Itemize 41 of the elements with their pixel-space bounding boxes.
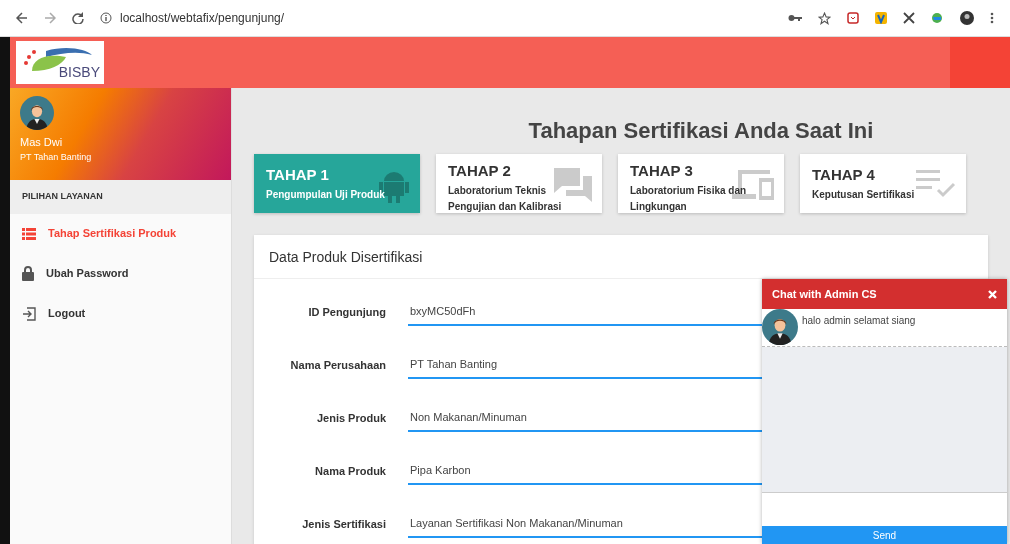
field-label: Jenis Produk <box>315 411 386 427</box>
extension-icon[interactable] <box>847 12 859 24</box>
step-card[interactable]: TAHAP 2 Laboratorium Teknis Pengujian dan Kalibrasi <box>436 154 602 213</box>
sidebar-item[interactable]: Logout <box>10 293 231 334</box>
chat-title: Chat with Admin CS <box>772 286 877 302</box>
avatar-icon <box>20 96 54 130</box>
back-arrow-icon[interactable] <box>16 12 28 24</box>
reload-icon[interactable] <box>72 12 84 24</box>
logout-icon <box>22 306 36 321</box>
sidebar-item[interactable]: Ubah Password <box>10 253 231 294</box>
close-icon[interactable] <box>988 289 997 299</box>
page-title: Tahapan Sertifikasi Anda Saat Ini <box>528 118 874 143</box>
avatar-icon <box>762 309 798 345</box>
field-label: Nama Produk <box>314 464 386 480</box>
info-icon[interactable] <box>100 12 112 24</box>
step-card[interactable]: TAHAP 3 Laboratorium Fisika dan Lingkungan <box>618 154 784 213</box>
section-heading: PILIHAN LAYANAN <box>10 180 231 214</box>
globe-icon[interactable] <box>931 12 944 24</box>
field-label: Jenis Sertifikasi <box>301 517 386 533</box>
header-accent-bar <box>950 37 1010 88</box>
field-label: ID Pengunjung <box>307 305 386 321</box>
logo[interactable]: BISBY <box>16 41 104 84</box>
checklist-icon <box>916 168 956 200</box>
lock-icon <box>22 266 34 281</box>
user-name: Mas Dwi <box>20 135 64 150</box>
chat-message: halo admin selamat siang <box>802 314 916 328</box>
key-icon[interactable] <box>788 14 802 22</box>
chat-bubbles-icon <box>554 168 592 202</box>
menu-icon[interactable] <box>990 12 994 24</box>
list-icon <box>22 227 36 240</box>
url-text[interactable]: localhost/webtafix/pengunjung/ <box>120 9 285 27</box>
extension-icon[interactable] <box>903 12 915 24</box>
step-card[interactable]: TAHAP 4 Keputusan Sertifikasi <box>800 154 966 213</box>
extension-icon[interactable] <box>875 12 887 24</box>
sidebar-item[interactable]: Tahap Sertifikasi Produk <box>10 213 231 254</box>
avatar-icon[interactable] <box>960 11 974 25</box>
message-input-field[interactable] <box>762 492 1007 526</box>
field-label: Nama Perusahaan <box>289 358 386 374</box>
card-title: Data Produk Disertifikasi <box>269 249 423 265</box>
star-icon[interactable] <box>818 11 831 25</box>
company-name: PT Tahan Banting <box>20 150 93 164</box>
